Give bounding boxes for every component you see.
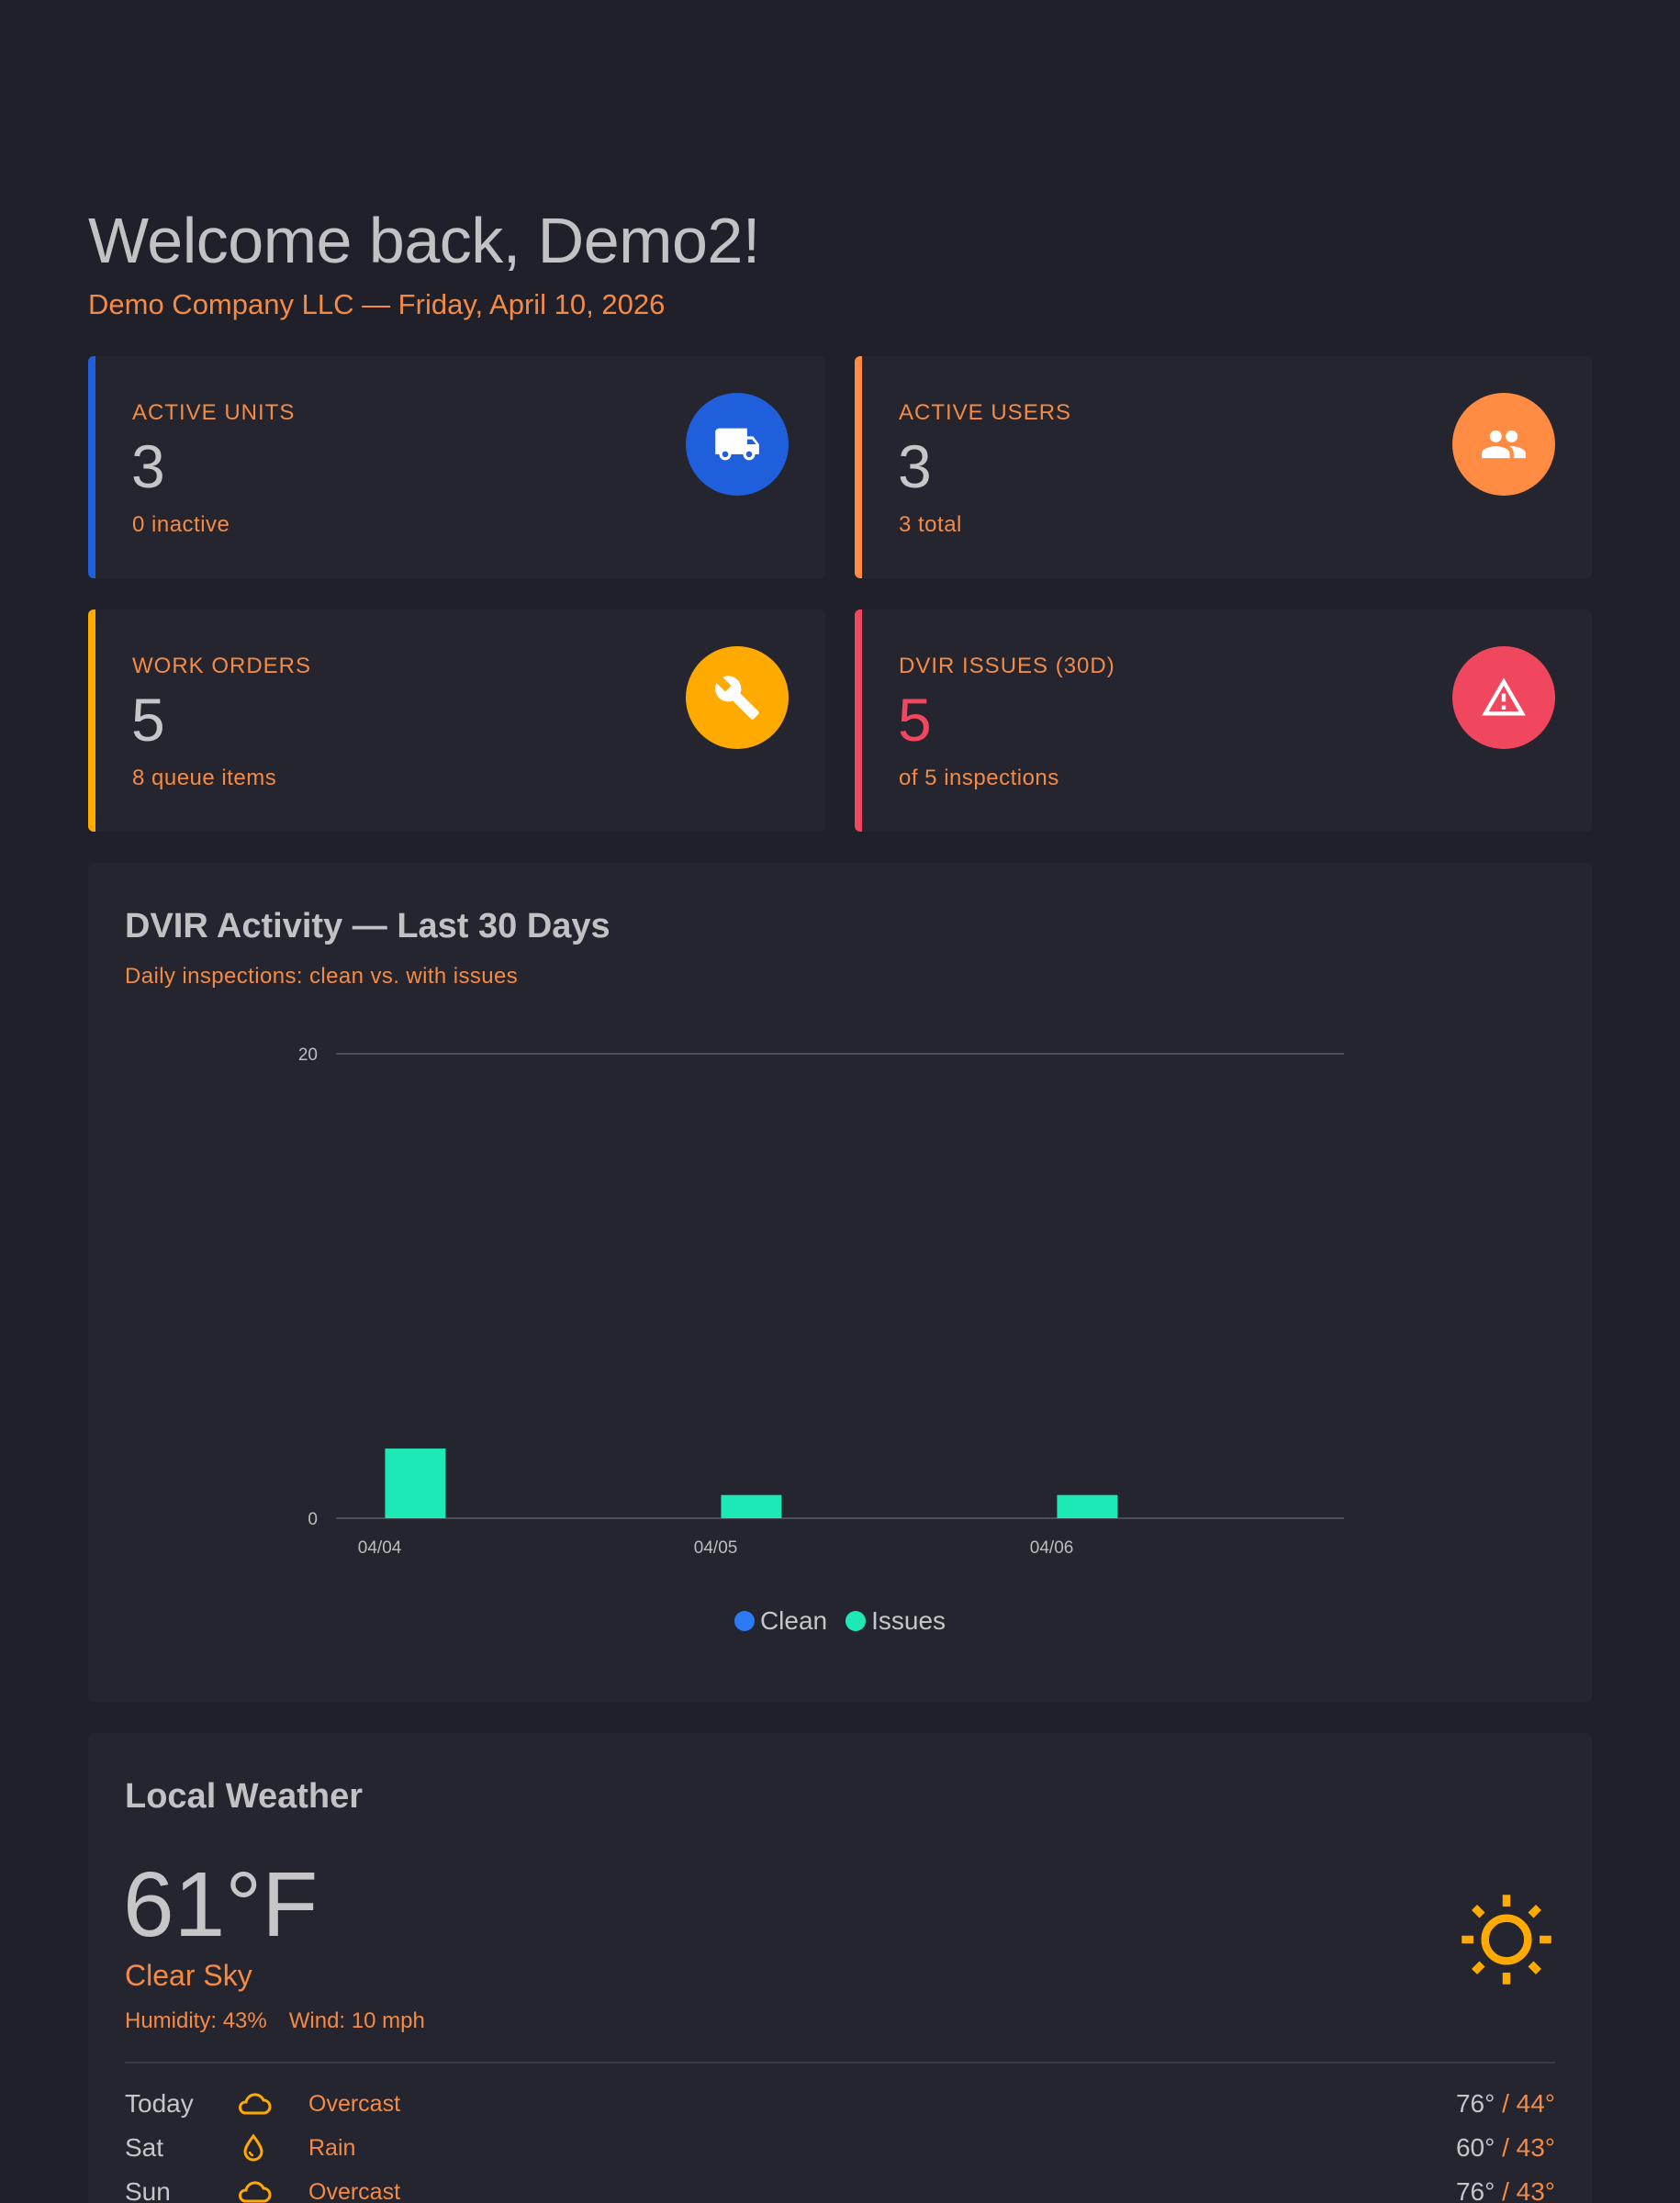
forecast-day: Today — [125, 2089, 194, 2118]
humidity: Humidity: 43% — [125, 2008, 267, 2033]
card-accent-bar — [88, 609, 95, 832]
wind: Wind: 10 mph — [288, 2008, 425, 2033]
stat-value: 5 — [898, 686, 932, 754]
sun-icon — [1462, 1895, 1551, 1985]
stat-label: ACTIVE UNITS — [132, 400, 296, 425]
forecast-low: / 43° — [1495, 2133, 1555, 2162]
legend-dot-issues — [846, 1611, 867, 1631]
stat-subtext: 3 total — [899, 512, 962, 537]
forecast-temps: 60° / 43° — [1456, 2133, 1555, 2163]
forecast-day: Sun — [125, 2177, 171, 2203]
stat-subtext: of 5 inspections — [899, 766, 1059, 790]
forecast-temps: 76° / 43° — [1456, 2177, 1555, 2203]
stat-value: 3 — [131, 432, 165, 500]
legend-dot-clean — [734, 1611, 755, 1631]
users-icon — [1452, 393, 1555, 496]
card-accent-bar — [855, 356, 862, 578]
legend-item-issues[interactable]: Issues — [846, 1606, 946, 1636]
forecast-low: / 43° — [1495, 2177, 1555, 2203]
stat-label: DVIR ISSUES (30D) — [899, 654, 1115, 678]
page-title: Welcome back, Demo2! — [88, 205, 760, 276]
x-tick-label: 04/06 — [1030, 1538, 1074, 1558]
forecast-low: / 44° — [1495, 2089, 1555, 2118]
card-accent-bar — [855, 609, 862, 832]
dvir-issues-card[interactable]: DVIR ISSUES (30D) 5 of 5 inspections — [855, 609, 1592, 832]
forecast-desc: Rain — [308, 2134, 356, 2161]
local-weather-card: Local Weather 61°F Clear Sky Humidity: 4… — [88, 1733, 1592, 2203]
forecast-temps: 76° / 44° — [1456, 2089, 1555, 2119]
stat-label: WORK ORDERS — [132, 654, 312, 678]
stat-subtext: 8 queue items — [132, 766, 277, 790]
weather-divider — [125, 2062, 1555, 2063]
forecast-row: Today Overcast 76° / 44° — [125, 2086, 1555, 2122]
weather-meta: Humidity: 43% Wind: 10 mph — [125, 2008, 425, 2034]
work-orders-card[interactable]: WORK ORDERS 5 8 queue items — [88, 609, 825, 832]
active-units-card[interactable]: ACTIVE UNITS 3 0 inactive — [88, 356, 825, 578]
stat-value: 5 — [131, 686, 165, 754]
y-tick-label: 0 — [308, 1510, 318, 1529]
x-tick-label: 04/05 — [694, 1538, 738, 1558]
legend-label: Issues — [871, 1606, 946, 1635]
current-temperature: 61°F — [123, 1853, 319, 1956]
cloud-icon — [235, 2089, 308, 2119]
legend-item-clean[interactable]: Clean — [734, 1606, 827, 1636]
dashboard-page: Welcome back, Demo2! Demo Company LLC — … — [0, 0, 1680, 2203]
card-accent-bar — [88, 356, 95, 578]
forecast-row: Sat Rain 60° / 43° — [125, 2130, 1555, 2166]
forecast-desc: Overcast — [308, 2178, 401, 2203]
bar-chart: 0 20 04/04 04/05 04/06 — [298, 1046, 1344, 1558]
forecast-desc: Overcast — [308, 2090, 401, 2117]
forecast-row: Sun Overcast 76° / 43° — [125, 2174, 1555, 2203]
y-tick-label: 20 — [298, 1046, 318, 1065]
dvir-activity-card: DVIR Activity — Last 30 Days Daily inspe… — [88, 863, 1592, 1702]
active-users-card[interactable]: ACTIVE USERS 3 3 total — [855, 356, 1592, 578]
forecast-day: Sat — [125, 2133, 164, 2162]
bar-issues — [721, 1494, 782, 1518]
cloud-icon — [235, 2177, 308, 2203]
weather-title: Local Weather — [125, 1777, 364, 1816]
company-date-subtitle: Demo Company LLC — Friday, April 10, 202… — [88, 288, 666, 320]
x-tick-label: 04/04 — [358, 1538, 402, 1558]
wrench-icon — [686, 646, 789, 749]
bar-issues — [1057, 1494, 1118, 1518]
stat-subtext: 0 inactive — [132, 512, 230, 537]
forecast-high: 60° — [1455, 2133, 1495, 2162]
stat-value: 3 — [898, 432, 932, 500]
bar-issues — [385, 1448, 446, 1518]
legend-label: Clean — [759, 1606, 828, 1635]
stat-label: ACTIVE USERS — [899, 400, 1072, 425]
warning-icon — [1452, 646, 1555, 749]
chart-legend: Clean Issues — [88, 1606, 1592, 1636]
truck-icon — [686, 393, 789, 496]
current-condition: Clear Sky — [125, 1959, 252, 1992]
forecast-high: 76° — [1455, 2177, 1495, 2203]
raindrop-icon — [235, 2133, 308, 2163]
forecast-high: 76° — [1455, 2089, 1495, 2118]
